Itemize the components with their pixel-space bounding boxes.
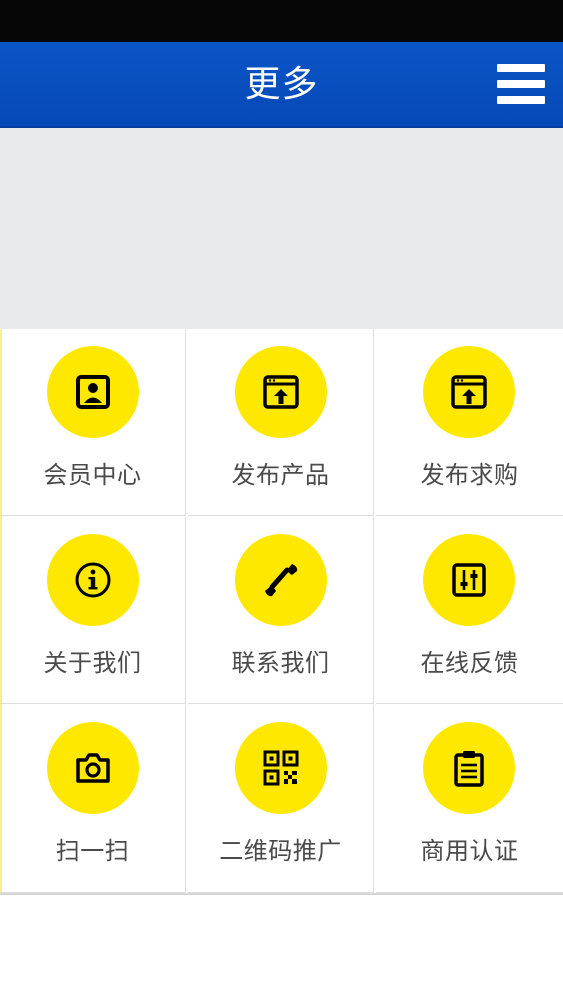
grid-item-label: 发布产品	[231, 461, 330, 489]
grid-item-label: 商用认证	[420, 837, 519, 865]
grid-item-label: 二维码推广	[219, 837, 342, 865]
upload-window-icon	[423, 346, 515, 438]
camera-icon	[47, 722, 139, 814]
grid-item-label: 联系我们	[231, 649, 330, 677]
page-title: 更多	[244, 64, 319, 105]
grid-item-about-us[interactable]: 关于我们	[0, 517, 186, 704]
grid-item-label: 关于我们	[43, 649, 142, 677]
grid-item-scan[interactable]: 扫一扫	[0, 705, 186, 893]
phone-icon	[235, 534, 327, 626]
left-edge-accent	[0, 329, 2, 893]
member-card-icon	[47, 346, 139, 438]
grid-item-member-center[interactable]: 会员中心	[0, 329, 186, 516]
app-header: 更多	[0, 42, 563, 128]
qr-code-icon	[235, 722, 327, 814]
grid-item-label: 发布求购	[420, 461, 519, 489]
grid-item-online-feedback[interactable]: 在线反馈	[376, 517, 563, 704]
feature-grid: 会员中心 发布产品 发布求购 关于我们 联系我们 在线反馈 扫一扫 二维码推广 …	[0, 329, 563, 895]
grid-item-label: 在线反馈	[420, 649, 519, 677]
grid-item-publish-product[interactable]: 发布产品	[188, 329, 374, 516]
grid-item-business-certification[interactable]: 商用认证	[376, 705, 563, 893]
grid-item-label: 会员中心	[43, 461, 142, 489]
clipboard-icon	[423, 722, 515, 814]
grid-item-contact-us[interactable]: 联系我们	[188, 517, 374, 704]
grid-item-label: 扫一扫	[55, 837, 130, 865]
status-bar	[0, 0, 563, 42]
grid-item-publish-purchase[interactable]: 发布求购	[376, 329, 563, 516]
upload-window-icon	[235, 346, 327, 438]
info-circle-icon	[47, 534, 139, 626]
sliders-icon	[423, 534, 515, 626]
grid-item-qr-promotion[interactable]: 二维码推广	[188, 705, 374, 893]
banner-placeholder	[0, 128, 563, 329]
hamburger-menu-icon[interactable]	[497, 62, 545, 106]
